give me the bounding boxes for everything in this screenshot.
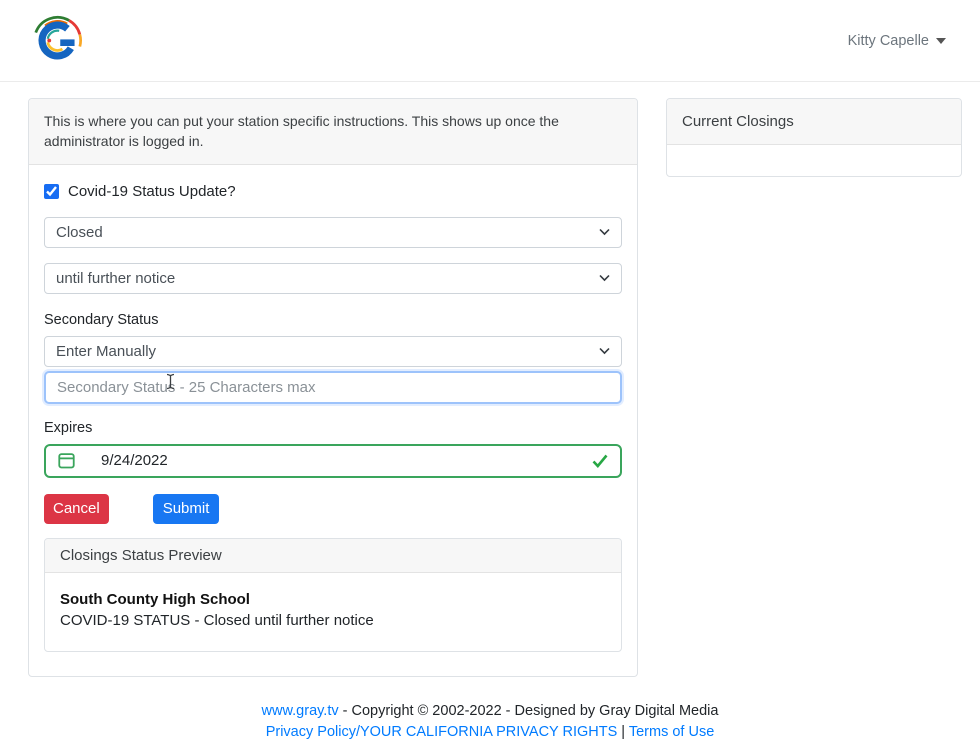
- status-select-wrap: Closed: [44, 217, 622, 248]
- covid-status-checkbox[interactable]: [44, 184, 59, 199]
- closings-status-preview-card: Closings Status Preview South County Hig…: [44, 538, 622, 652]
- form-buttons: Cancel Submit: [44, 494, 622, 524]
- preview-entry-status: COVID-19 STATUS - Closed until further n…: [60, 610, 606, 631]
- expires-label: Expires: [44, 420, 622, 436]
- expires-date-input[interactable]: 9/24/2022: [44, 444, 622, 478]
- page-footer: www.gray.tv - Copyright © 2002-2022 - De…: [0, 701, 980, 739]
- expires-date-value: 9/24/2022: [101, 452, 592, 469]
- duration-select[interactable]: until further notice: [44, 263, 622, 294]
- valid-check-icon: [592, 454, 608, 468]
- caret-down-icon: [936, 38, 946, 44]
- station-form-card: This is where you can put your station s…: [28, 98, 638, 677]
- covid-status-checkbox-label: Covid-19 Status Update?: [68, 183, 236, 200]
- current-closings-empty-body: [667, 145, 961, 176]
- station-instructions: This is where you can put your station s…: [29, 99, 637, 165]
- footer-separator: |: [621, 724, 625, 739]
- secondary-status-input-wrap: [44, 371, 622, 404]
- footer-legal-line: Privacy Policy/YOUR CALIFORNIA PRIVACY R…: [0, 722, 980, 739]
- current-closings-header: Current Closings: [667, 99, 961, 145]
- closings-status-preview-body: South County High School COVID-19 STATUS…: [45, 573, 621, 651]
- copyright-text: - Copyright © 2002-2022 - Designed by Gr…: [343, 703, 719, 719]
- calendar-icon[interactable]: [58, 452, 75, 469]
- user-menu[interactable]: Kitty Capelle: [848, 33, 952, 49]
- secondary-status-input[interactable]: [44, 371, 622, 404]
- submit-button[interactable]: Submit: [153, 494, 220, 524]
- covid-status-checkbox-row[interactable]: Covid-19 Status Update?: [44, 183, 622, 200]
- closings-status-preview-header: Closings Status Preview: [45, 539, 621, 573]
- secondary-mode-select-wrap: Enter Manually: [44, 336, 622, 367]
- privacy-policy-link[interactable]: Privacy Policy/YOUR CALIFORNIA PRIVACY R…: [266, 724, 618, 739]
- secondary-mode-select[interactable]: Enter Manually: [44, 336, 622, 367]
- gray-tv-logo[interactable]: [30, 13, 85, 68]
- user-name: Kitty Capelle: [848, 33, 929, 49]
- gray-tv-link[interactable]: www.gray.tv: [262, 703, 339, 719]
- current-closings-card: Current Closings: [666, 98, 962, 177]
- terms-of-use-link[interactable]: Terms of Use: [629, 724, 714, 739]
- secondary-status-label: Secondary Status: [44, 312, 622, 328]
- cancel-button[interactable]: Cancel: [44, 494, 109, 524]
- footer-copyright-line: www.gray.tv - Copyright © 2002-2022 - De…: [0, 701, 980, 722]
- duration-select-wrap: until further notice: [44, 263, 622, 294]
- preview-entry-title: South County High School: [60, 589, 606, 610]
- top-navbar: Kitty Capelle: [0, 0, 980, 82]
- main-content: This is where you can put your station s…: [0, 82, 980, 677]
- status-select[interactable]: Closed: [44, 217, 622, 248]
